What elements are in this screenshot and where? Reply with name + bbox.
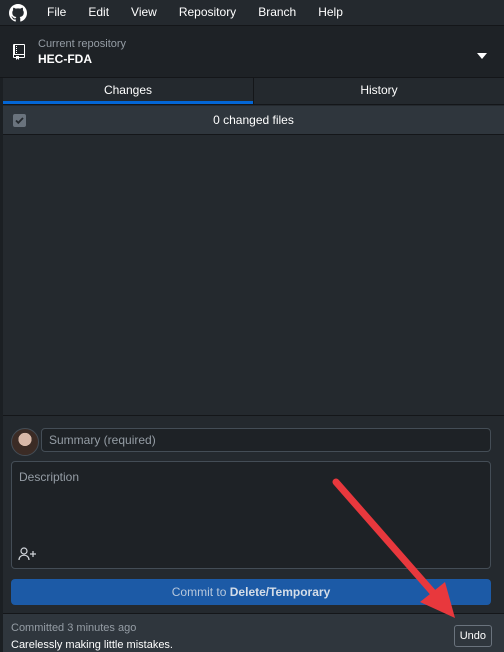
menu-help[interactable]: Help xyxy=(307,0,354,25)
repository-icon xyxy=(0,43,38,60)
avatar xyxy=(11,428,39,456)
menu-repository[interactable]: Repository xyxy=(168,0,247,25)
description-placeholder: Description xyxy=(19,470,80,484)
commit-timestamp: Committed 3 minutes ago xyxy=(11,622,137,634)
repository-name: HEC-FDA xyxy=(38,51,92,66)
menu-edit[interactable]: Edit xyxy=(77,0,120,25)
menu-view[interactable]: View xyxy=(120,0,168,25)
undo-button[interactable]: Undo xyxy=(453,625,492,647)
tab-history[interactable]: History xyxy=(254,78,504,104)
tab-changes[interactable]: Changes xyxy=(3,78,254,104)
menu-branch[interactable]: Branch xyxy=(247,0,307,25)
current-repository-selector[interactable]: Current repository HEC-FDA xyxy=(0,25,504,78)
commit-button-prefix: Commit to xyxy=(171,585,230,599)
tab-bar: Changes History xyxy=(3,78,504,105)
commit-message: Carelessly making little mistakes. xyxy=(11,639,173,651)
changed-files-list xyxy=(3,135,504,415)
changes-list-header: 0 changed files xyxy=(3,106,504,135)
current-repository-label: Current repository xyxy=(38,37,127,50)
commit-message-panel: Summary (required) Description Commit to… xyxy=(3,415,504,613)
changed-files-count: 0 changed files xyxy=(213,113,294,127)
summary-input[interactable]: Summary (required) xyxy=(41,428,491,452)
commit-branch-name: Delete/Temporary xyxy=(229,585,331,599)
last-commit-footer: Committed 3 minutes ago Carelessly makin… xyxy=(3,613,504,652)
description-field[interactable]: Description xyxy=(11,461,491,569)
caret-down-icon[interactable] xyxy=(477,48,487,62)
add-coauthor-icon[interactable] xyxy=(18,546,38,565)
commit-button[interactable]: Commit to Delete/Temporary xyxy=(11,579,491,605)
github-logo-icon xyxy=(0,0,36,25)
menu-bar: File Edit View Repository Branch Help xyxy=(0,0,504,25)
menu-file[interactable]: File xyxy=(36,0,77,25)
